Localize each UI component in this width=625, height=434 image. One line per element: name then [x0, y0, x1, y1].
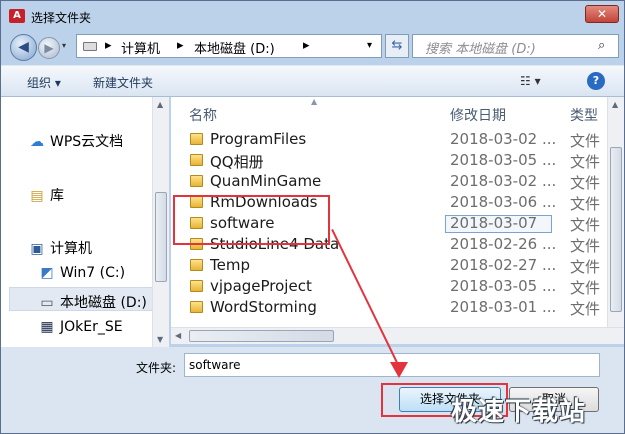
file-date: 2018-03-05 ... [450, 151, 557, 169]
horizontal-scrollbar[interactable]: ◀ [171, 327, 624, 344]
file-name: Temp [210, 256, 250, 274]
file-date: 2018-03-05 ... [450, 277, 557, 295]
nav-item-joker-se[interactable]: ▦ JOkEr_SE [39, 319, 123, 335]
back-button[interactable]: ◀ [10, 34, 37, 61]
close-button[interactable]: ✕ [585, 5, 619, 23]
file-type: 文件 [570, 216, 601, 234]
scroll-up-icon[interactable]: ▲ [612, 100, 618, 109]
file-type: 文件 [570, 195, 601, 213]
folder-icon [190, 133, 203, 145]
network-drive-icon: ▦ [40, 319, 54, 335]
sort-arrow-icon: ▲ [311, 97, 318, 106]
file-date: 2018-03-07 [450, 214, 538, 232]
library-icon: ▤ [30, 188, 44, 204]
scroll-left-icon[interactable]: ◀ [175, 331, 181, 340]
folder-icon [190, 175, 203, 187]
file-name: vjpageProject [210, 277, 312, 295]
file-row[interactable]: QuanMinGame 2018-03-02 ... 文件 [171, 171, 624, 192]
file-type: 文件 [570, 174, 601, 192]
folder-picker-dialog: A 选择文件夹 ✕ ◀ ▶ ▾ ▸ 计算机 ▸ 本地磁盘 (D:) ▸ ▾ ⇆ … [0, 0, 625, 434]
address-dropdown-icon[interactable]: ▾ [367, 40, 372, 51]
breadcrumb-separator[interactable]: ▸ [303, 38, 310, 53]
navigation-bar: ◀ ▶ ▾ ▸ 计算机 ▸ 本地磁盘 (D:) ▸ ▾ ⇆ 搜索 本地磁盘 (D… [1, 29, 624, 65]
file-type: 文件 [570, 153, 601, 171]
folder-label: 文件夹: [136, 361, 177, 375]
windows-drive-icon: ◩ [40, 265, 54, 281]
file-row[interactable]: vjpageProject 2018-03-05 ... 文件 [171, 276, 624, 297]
new-folder-button[interactable]: 新建文件夹 [93, 74, 153, 91]
nav-item-library[interactable]: ▤ 库 [29, 185, 64, 205]
search-placeholder: 搜索 本地磁盘 (D:) [425, 42, 536, 57]
folder-icon [190, 154, 203, 166]
column-header-type[interactable]: 类型 [570, 105, 598, 125]
file-type: 文件 [570, 258, 601, 276]
nav-item-label: WPS云文档 [50, 134, 124, 150]
help-icon[interactable]: ? [587, 72, 605, 90]
breadcrumb-drive-d[interactable]: 本地磁盘 (D:) [194, 38, 275, 57]
file-row[interactable]: Temp 2018-02-27 ... 文件 [171, 255, 624, 276]
file-type: 文件 [570, 279, 601, 297]
scroll-up-icon[interactable]: ▲ [157, 100, 163, 109]
nav-item-label: 本地磁盘 (D:) [60, 295, 147, 311]
nav-item-label: JOkEr_SE [60, 319, 123, 335]
file-date: 2018-03-01 ... [450, 298, 557, 316]
nav-item-local-disk-d[interactable]: ▭ 本地磁盘 (D:) [39, 292, 147, 312]
horizontal-scroll-thumb[interactable] [189, 330, 334, 342]
command-toolbar: 组织 ▾ 新建文件夹 ☷ ▾ ? [1, 65, 624, 97]
address-bar[interactable]: ▸ 计算机 ▸ 本地磁盘 (D:) ▸ ▾ [76, 34, 382, 58]
nav-item-label: 库 [50, 188, 64, 204]
folder-icon [190, 259, 203, 271]
file-name: QuanMinGame [210, 172, 322, 190]
nav-item-label: Win7 (C:) [60, 265, 126, 281]
title-bar: A 选择文件夹 ✕ [1, 1, 624, 29]
column-header-name[interactable]: 名称 [189, 105, 217, 125]
breadcrumb-computer[interactable]: 计算机 [121, 38, 160, 57]
file-type: 文件 [570, 132, 601, 150]
nav-item-computer[interactable]: ▣ 计算机 [29, 238, 92, 258]
watermark-text: 极速下载站 [451, 397, 587, 427]
file-date: 2018-02-27 ... [450, 256, 557, 274]
nav-scrollbar[interactable]: ▲ ▼ [152, 97, 169, 347]
scroll-down-icon[interactable]: ▼ [157, 335, 163, 344]
annotation-arrow-head [390, 362, 408, 378]
file-row[interactable]: QQ相册 2018-03-05 ... 文件 [171, 150, 624, 171]
computer-icon: ▣ [30, 241, 44, 257]
view-options-button[interactable]: ☷ ▾ [520, 74, 541, 88]
organize-menu[interactable]: 组织 ▾ [27, 74, 61, 91]
file-date: 2018-02-26 ... [450, 235, 557, 253]
file-name: ProgramFiles [210, 130, 307, 148]
cloud-icon: ☁ [30, 134, 44, 150]
refresh-button[interactable]: ⇆ [385, 34, 409, 58]
nav-item-wps-cloud[interactable]: ☁ WPS云文档 [29, 131, 123, 151]
app-icon: A [9, 9, 25, 23]
column-header-date[interactable]: 修改日期 [450, 105, 506, 125]
file-scroll-thumb[interactable] [610, 147, 622, 312]
breadcrumb-separator[interactable]: ▸ [177, 38, 184, 53]
forward-button[interactable]: ▶ [38, 37, 60, 59]
search-input[interactable]: 搜索 本地磁盘 (D:) ⌕ [412, 34, 619, 58]
search-icon[interactable]: ⌕ [598, 38, 605, 53]
breadcrumb-separator[interactable]: ▸ [105, 38, 112, 53]
dialog-title: 选择文件夹 [31, 11, 92, 25]
nav-item-win7-c[interactable]: ◩ Win7 (C:) [39, 265, 125, 281]
file-date: 2018-03-06 ... [450, 193, 557, 211]
folder-icon [190, 301, 203, 313]
recent-pages-dropdown-icon[interactable]: ▾ [62, 41, 66, 50]
file-name: WordStorming [210, 298, 317, 316]
file-name: QQ相册 [210, 153, 264, 171]
file-list-scrollbar[interactable]: ▲ [607, 97, 624, 327]
nav-scroll-thumb[interactable] [155, 192, 167, 282]
file-row[interactable]: WordStorming 2018-03-01 ... 文件 [171, 297, 624, 318]
navigation-pane: ☁ WPS云文档 ▤ 库 ▣ 计算机 ◩ Win7 (C:) ▭ 本地磁盘 (D:) ▦ J… [1, 97, 169, 347]
file-date: 2018-03-02 ... [450, 130, 557, 148]
file-date: 2018-03-02 ... [450, 172, 557, 190]
annotation-highlight-folder [173, 195, 330, 245]
drive-icon: ▭ [40, 295, 54, 311]
drive-icon [83, 42, 97, 51]
file-type: 文件 [570, 300, 601, 318]
folder-icon [190, 280, 203, 292]
nav-item-label: 计算机 [50, 241, 92, 257]
file-type: 文件 [570, 237, 601, 255]
file-row[interactable]: ProgramFiles 2018-03-02 ... 文件 [171, 129, 624, 150]
